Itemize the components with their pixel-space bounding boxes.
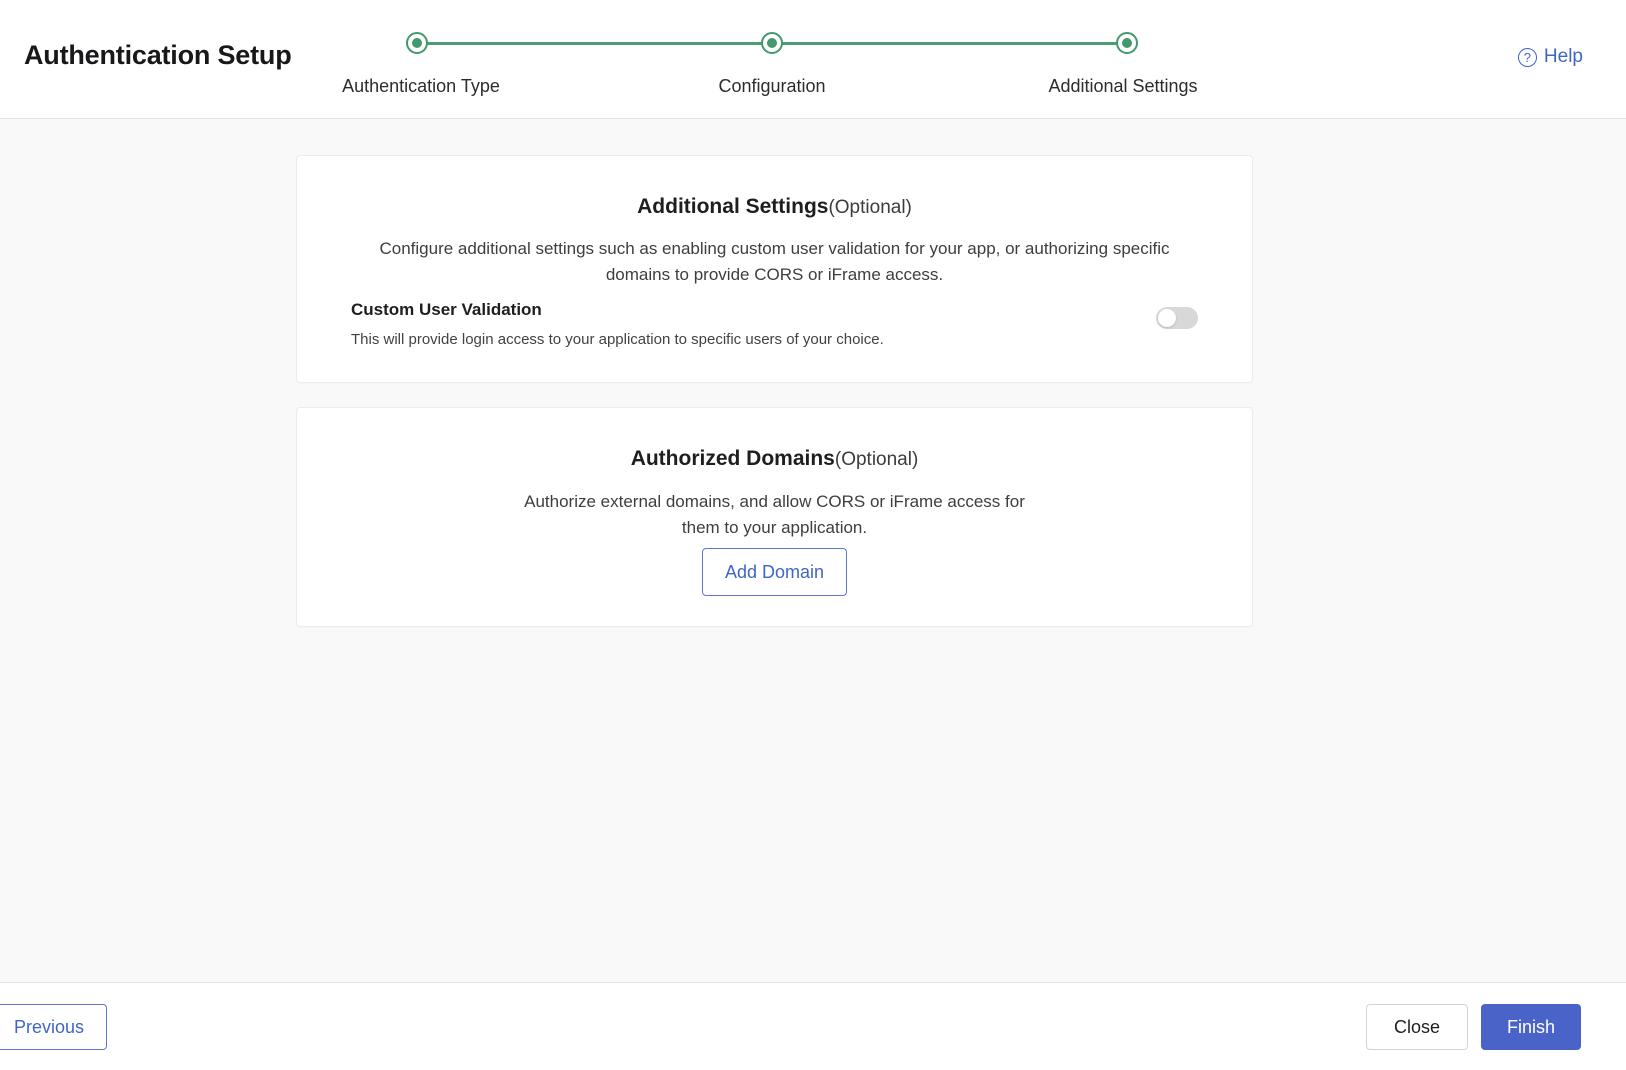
authorized-domains-heading: Authorized Domains(Optional) [297,445,1252,474]
step-connector-1 [426,41,763,45]
custom-user-validation-subtitle: This will provide login access to your a… [351,331,884,348]
additional-settings-heading: Additional Settings(Optional) [297,193,1252,222]
toggle-knob [1158,309,1176,327]
add-domain-button[interactable]: Add Domain [701,548,848,596]
step-label-configuration: Configuration [718,76,826,96]
step-label-authentication-type: Authentication Type [342,76,500,96]
authorized-domains-heading-text: Authorized Domains [630,447,835,470]
wizard-header: Authentication Setup Authentication Type… [0,0,1626,119]
custom-user-validation-toggle[interactable] [1156,307,1198,329]
footer-left-actions: Previous [0,1003,108,1050]
step-node-authentication-type[interactable] [406,32,428,54]
custom-user-validation-title: Custom User Validation [351,300,542,319]
finish-button[interactable]: Finish [1480,1003,1581,1050]
step-node-configuration[interactable] [761,32,783,54]
authorized-domains-card: Authorized Domains(Optional) Authorize e… [296,407,1253,627]
additional-settings-heading-optional: (Optional) [828,197,912,218]
additional-settings-card: Additional Settings(Optional) Configure … [296,155,1253,383]
custom-user-validation-text: Custom User Validation This will provide… [351,298,884,351]
stepper-labels: Authentication Type Configuration Additi… [342,74,1197,98]
page-title: Authentication Setup [24,40,292,70]
step-connector-2 [781,41,1118,45]
authorized-domains-description: Authorize external domains, and allow CO… [524,492,1025,537]
additional-settings-heading-text: Additional Settings [637,195,829,218]
authorized-domains-heading-optional: (Optional) [834,449,919,470]
step-dot-icon [767,38,777,48]
close-button[interactable]: Close [1365,1003,1468,1050]
add-domain-wrapper: Add Domain [297,548,1252,596]
wizard-footer: Previous Close Finish [0,982,1626,1070]
authentication-setup-wizard: Authentication Setup Authentication Type… [0,0,1626,1070]
step-dot-icon [1122,38,1132,48]
additional-settings-description: Configure additional settings such as en… [379,239,1170,284]
footer-right-actions: Close Finish [1365,1003,1581,1050]
help-label: Help [1543,46,1583,67]
previous-button[interactable]: Previous [0,1003,108,1050]
wizard-stepper: Authentication Type Configuration Additi… [342,22,1198,102]
step-label-additional-settings: Additional Settings [1048,76,1198,96]
stepper-track [406,22,1138,64]
wizard-content: Additional Settings(Optional) Configure … [0,119,1626,982]
step-dot-icon [412,38,422,48]
custom-user-validation-row: Custom User Validation This will provide… [351,298,1198,351]
help-link[interactable]: ? Help [1517,46,1583,68]
step-node-additional-settings[interactable] [1116,32,1138,54]
question-circle-icon: ? [1517,47,1537,67]
